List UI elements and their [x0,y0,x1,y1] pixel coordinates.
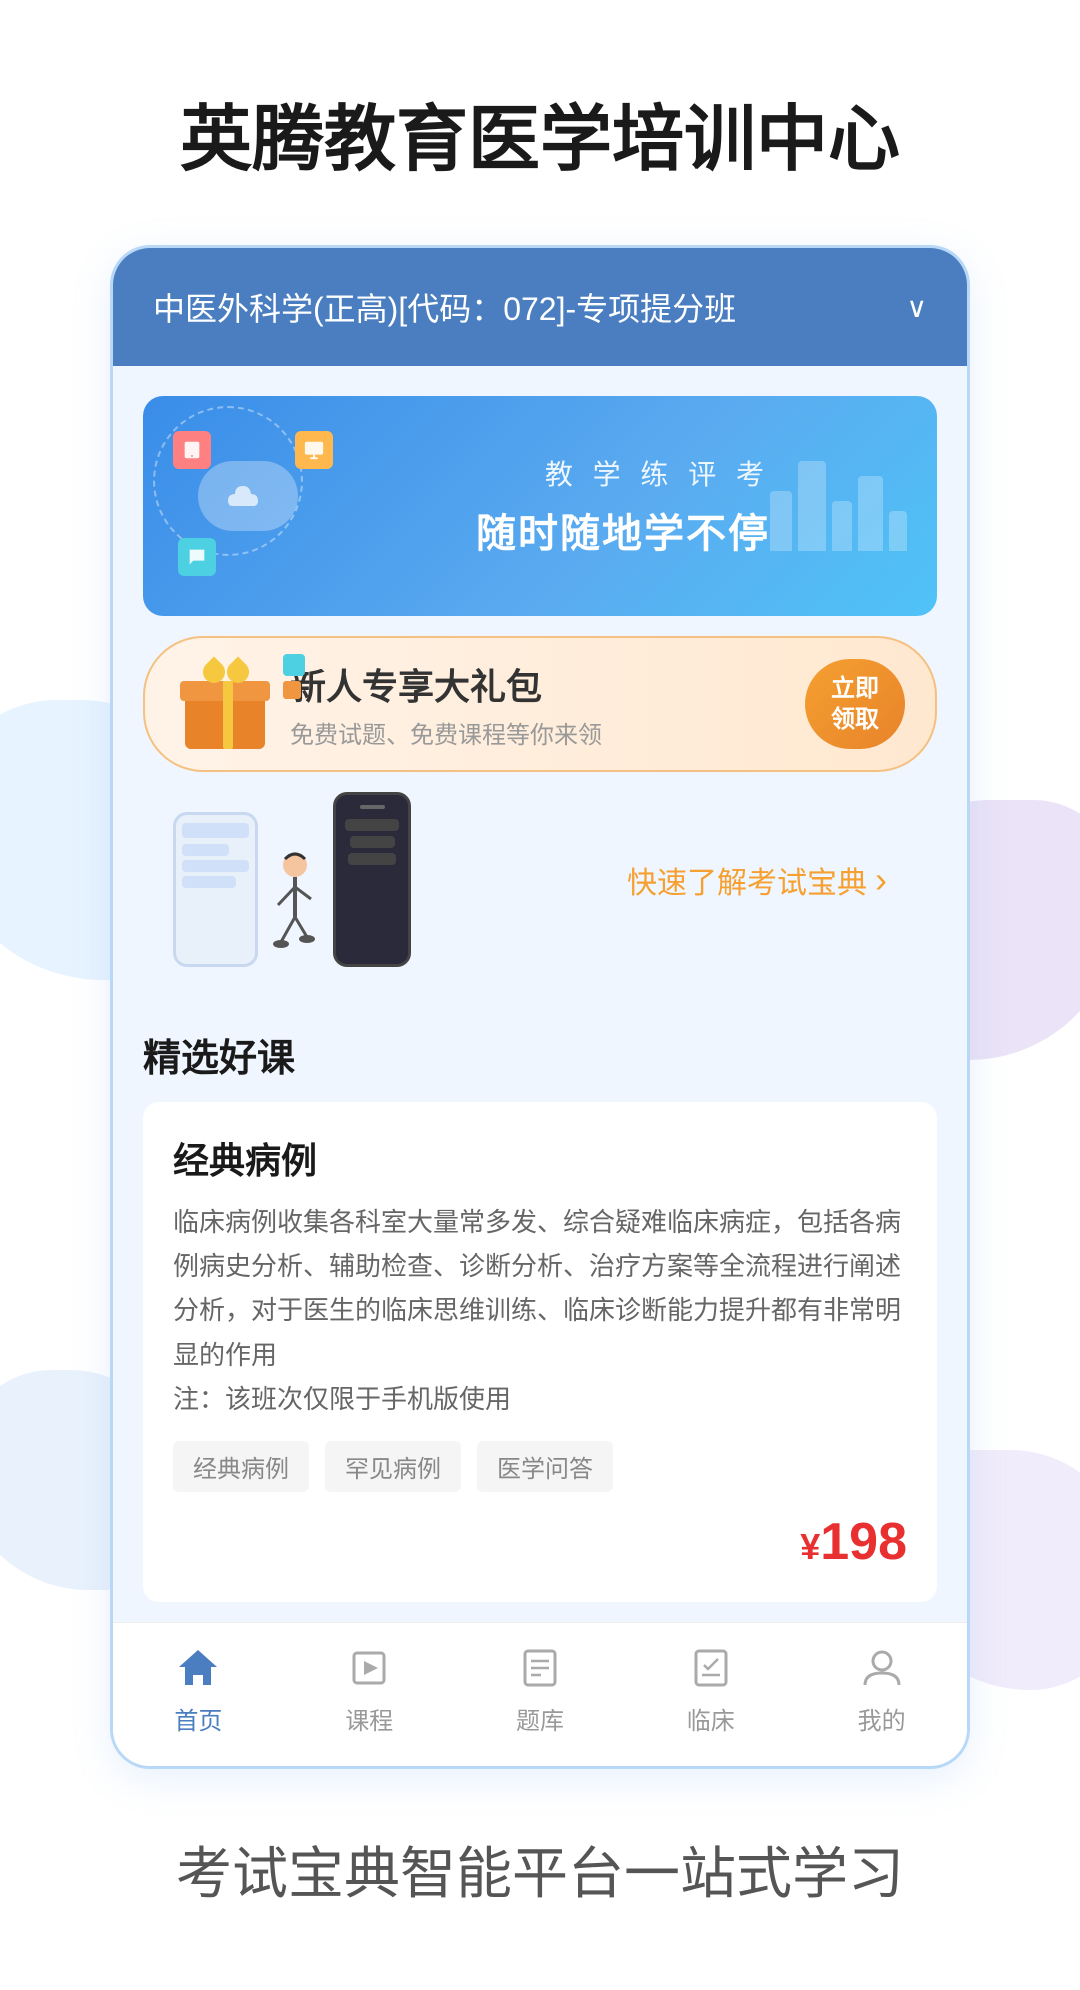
nav-item-question-bank[interactable]: 题库 [465,1643,615,1736]
chevron-down-icon: ∨ [907,291,928,324]
nav-item-course[interactable]: 课程 [294,1643,444,1736]
gift-title: 新人专享大礼包 [290,658,790,710]
gift-subtitle: 免费试题、免费课程等你来领 [290,715,790,750]
phone-mockups [173,792,411,967]
course-tags: 经典病例 罕见病例 医学问答 [173,1441,907,1492]
course-price: ¥198 [173,1512,907,1572]
nav-item-clinical[interactable]: 临床 [636,1643,786,1736]
banner-subtitle: 教 学 练 评 考 [403,453,770,493]
tablet-icon [181,439,203,461]
nav-label-clinical: 临床 [687,1701,735,1736]
course-card[interactable]: 经典病例 临床病例收集各科室大量常多发、综合疑难临床病症，包括各病例病史分析、辅… [143,1102,937,1602]
walking-figure [263,847,328,967]
section-title: 精选好课 [113,1007,967,1092]
nav-label-profile: 我的 [858,1701,906,1736]
price-symbol: ¥ [800,1526,820,1567]
bottom-tagline: 考试宝典智能平台一站式学习 [0,1769,1080,1990]
course-tag: 罕见病例 [325,1441,461,1492]
home-icon [173,1643,223,1693]
course-tag: 医学问答 [477,1441,613,1492]
monitor-icon [303,439,325,461]
main-card: 中医外科学(正高)[代码：072]-专项提分班 ∨ [110,245,970,1769]
banner-icons [173,426,373,586]
profile-icon [857,1643,907,1693]
nav-label-course: 课程 [345,1701,393,1736]
course-icon [344,1643,394,1693]
banner-buildings [770,461,907,551]
gift-icon-area [175,659,275,749]
cloud-icon [223,476,273,516]
course-name: 中医外科学(正高)[代码：072]-专项提分班 [153,284,736,330]
course-description: 临床病例收集各科室大量常多发、综合疑难临床病症，包括各病例病史分析、辅助检查、诊… [173,1200,907,1421]
chat-icon [186,546,208,568]
app-title: 英腾教育医学培训中心 [0,0,1080,245]
question-bank-icon [515,1643,565,1693]
gift-text-area: 新人专享大礼包 免费试题、免费课程等你来领 [275,658,805,750]
exam-guide-link[interactable]: 快速了解考试宝典 › [431,858,907,902]
course-title: 经典病例 [173,1132,907,1184]
gift-claim-button[interactable]: 立即 领取 [805,659,905,749]
nav-item-profile[interactable]: 我的 [807,1643,957,1736]
course-selector[interactable]: 中医外科学(正高)[代码：072]-专项提分班 ∨ [113,248,967,366]
banner-title: 随时随地学不停 [403,501,770,559]
bottom-navigation: 首页 课程 题库 [113,1622,967,1766]
clinical-icon [686,1643,736,1693]
gift-box-icon [175,659,275,749]
gift-banner[interactable]: 新人专享大礼包 免费试题、免费课程等你来领 立即 领取 [143,636,937,772]
nav-label-question-bank: 题库 [516,1701,564,1736]
nav-label-home: 首页 [174,1701,222,1736]
banner-text: 教 学 练 评 考 随时随地学不停 [373,453,770,559]
exam-guide-section: 快速了解考试宝典 › [143,792,937,987]
learning-banner: 教 学 练 评 考 随时随地学不停 [143,396,937,616]
price-value: 198 [820,1513,907,1571]
course-tag: 经典病例 [173,1441,309,1492]
nav-item-home[interactable]: 首页 [123,1643,273,1736]
